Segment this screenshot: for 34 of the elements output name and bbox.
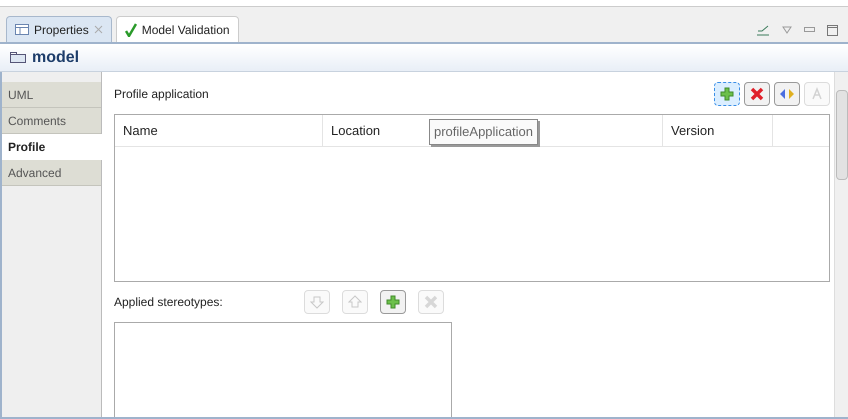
scrollbar[interactable] [834, 72, 848, 417]
tab-label: Model Validation [142, 22, 230, 38]
toolbar-button[interactable] [744, 82, 770, 106]
toolbar-button[interactable] [714, 82, 740, 106]
checkmark-icon [124, 22, 137, 36]
header-title: model [32, 48, 80, 68]
menu-icon[interactable] [782, 26, 792, 34]
down-arrow-icon [310, 295, 324, 309]
section-label: Applied stereotypes: [114, 294, 224, 311]
sidebar-item[interactable]: Profile [2, 134, 102, 160]
toolbar-button[interactable] [380, 290, 406, 314]
minimize-icon[interactable] [804, 27, 815, 33]
table-icon [15, 24, 29, 35]
maximize-icon[interactable] [827, 24, 838, 36]
sidebar-item[interactable]: Comments [2, 108, 101, 134]
tooltip: profileApplication [429, 119, 538, 144]
sidebar-item[interactable]: UML [2, 82, 101, 108]
tab[interactable]: Model Validation [116, 16, 239, 42]
tab-label: Properties [34, 22, 89, 38]
sidebar-item[interactable]: Advanced [2, 160, 101, 186]
column-header[interactable]: Version [663, 115, 773, 146]
package-icon [10, 52, 26, 63]
tab[interactable]: Properties [6, 16, 112, 42]
close-icon [424, 295, 438, 309]
up-arrow-icon [348, 295, 362, 309]
toolbar-button[interactable] [774, 82, 800, 106]
plus-icon [386, 295, 400, 309]
close-icon[interactable] [94, 25, 103, 34]
scrollbar-thumb[interactable] [836, 90, 848, 180]
arrows-icon [779, 87, 795, 101]
section-label: Profile application [114, 86, 209, 103]
column-header[interactable]: Name [115, 115, 323, 146]
plus-icon [720, 87, 734, 101]
close-icon [750, 87, 764, 101]
